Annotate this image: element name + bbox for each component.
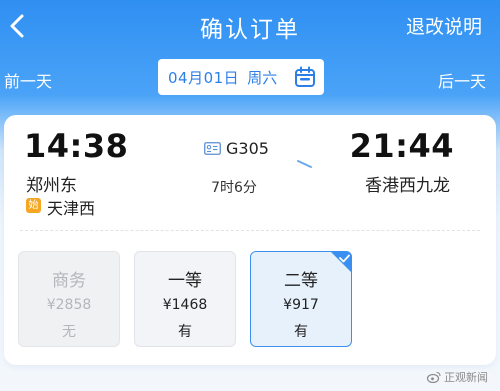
next-day-button[interactable]: 后一天 [438,68,486,92]
date-selector-bar: 前一天 04月01日 周六 后一天 [0,58,500,98]
seat-availability: 无 [62,324,76,340]
seat-price: ¥917 [283,297,319,313]
seat-class-name: 一等 [168,271,202,291]
seat-class-name: 商务 [52,271,86,291]
seat-availability: 有 [178,324,192,340]
prev-day-button[interactable]: 前一天 [4,68,52,92]
id-card-icon [204,142,221,155]
date-picker[interactable]: 04月01日 周六 [158,59,324,95]
seat-option-second-class[interactable]: 二等 ¥917 有 [250,251,352,347]
weibo-icon [427,371,441,383]
watermark-text: 正观新闻 [444,371,488,384]
seat-option-business[interactable]: 商务 ¥2858 无 [18,251,120,347]
selected-date: 04月01日 [168,68,240,87]
seat-option-first-class[interactable]: 一等 ¥1468 有 [134,251,236,347]
card-divider [20,230,480,231]
seat-price: ¥2858 [46,297,92,313]
train-info-card: 14:38 郑州东 始 天津西 G305 7时6分 21:44 香港西九龙 商务… [4,115,496,365]
watermark: 正观新闻 [427,369,488,385]
route-arrow-icon [174,160,312,168]
calendar-icon [295,66,315,87]
arrival-station: 香港西九龙 [365,176,450,196]
arrival-time: 21:44 [349,127,454,165]
nav-bar: 确认订单 退改说明 [0,0,500,52]
train-number[interactable]: G305 [226,139,269,158]
origin-badge: 始 [26,198,41,213]
origin-station: 天津西 [47,199,96,218]
selected-weekday: 周六 [247,68,278,87]
departure-time: 14:38 [24,127,129,165]
seat-availability: 有 [294,324,308,340]
selected-check-icon [330,251,352,273]
refund-policy-link[interactable]: 退改说明 [406,12,482,39]
seat-price: ¥1468 [162,297,208,313]
